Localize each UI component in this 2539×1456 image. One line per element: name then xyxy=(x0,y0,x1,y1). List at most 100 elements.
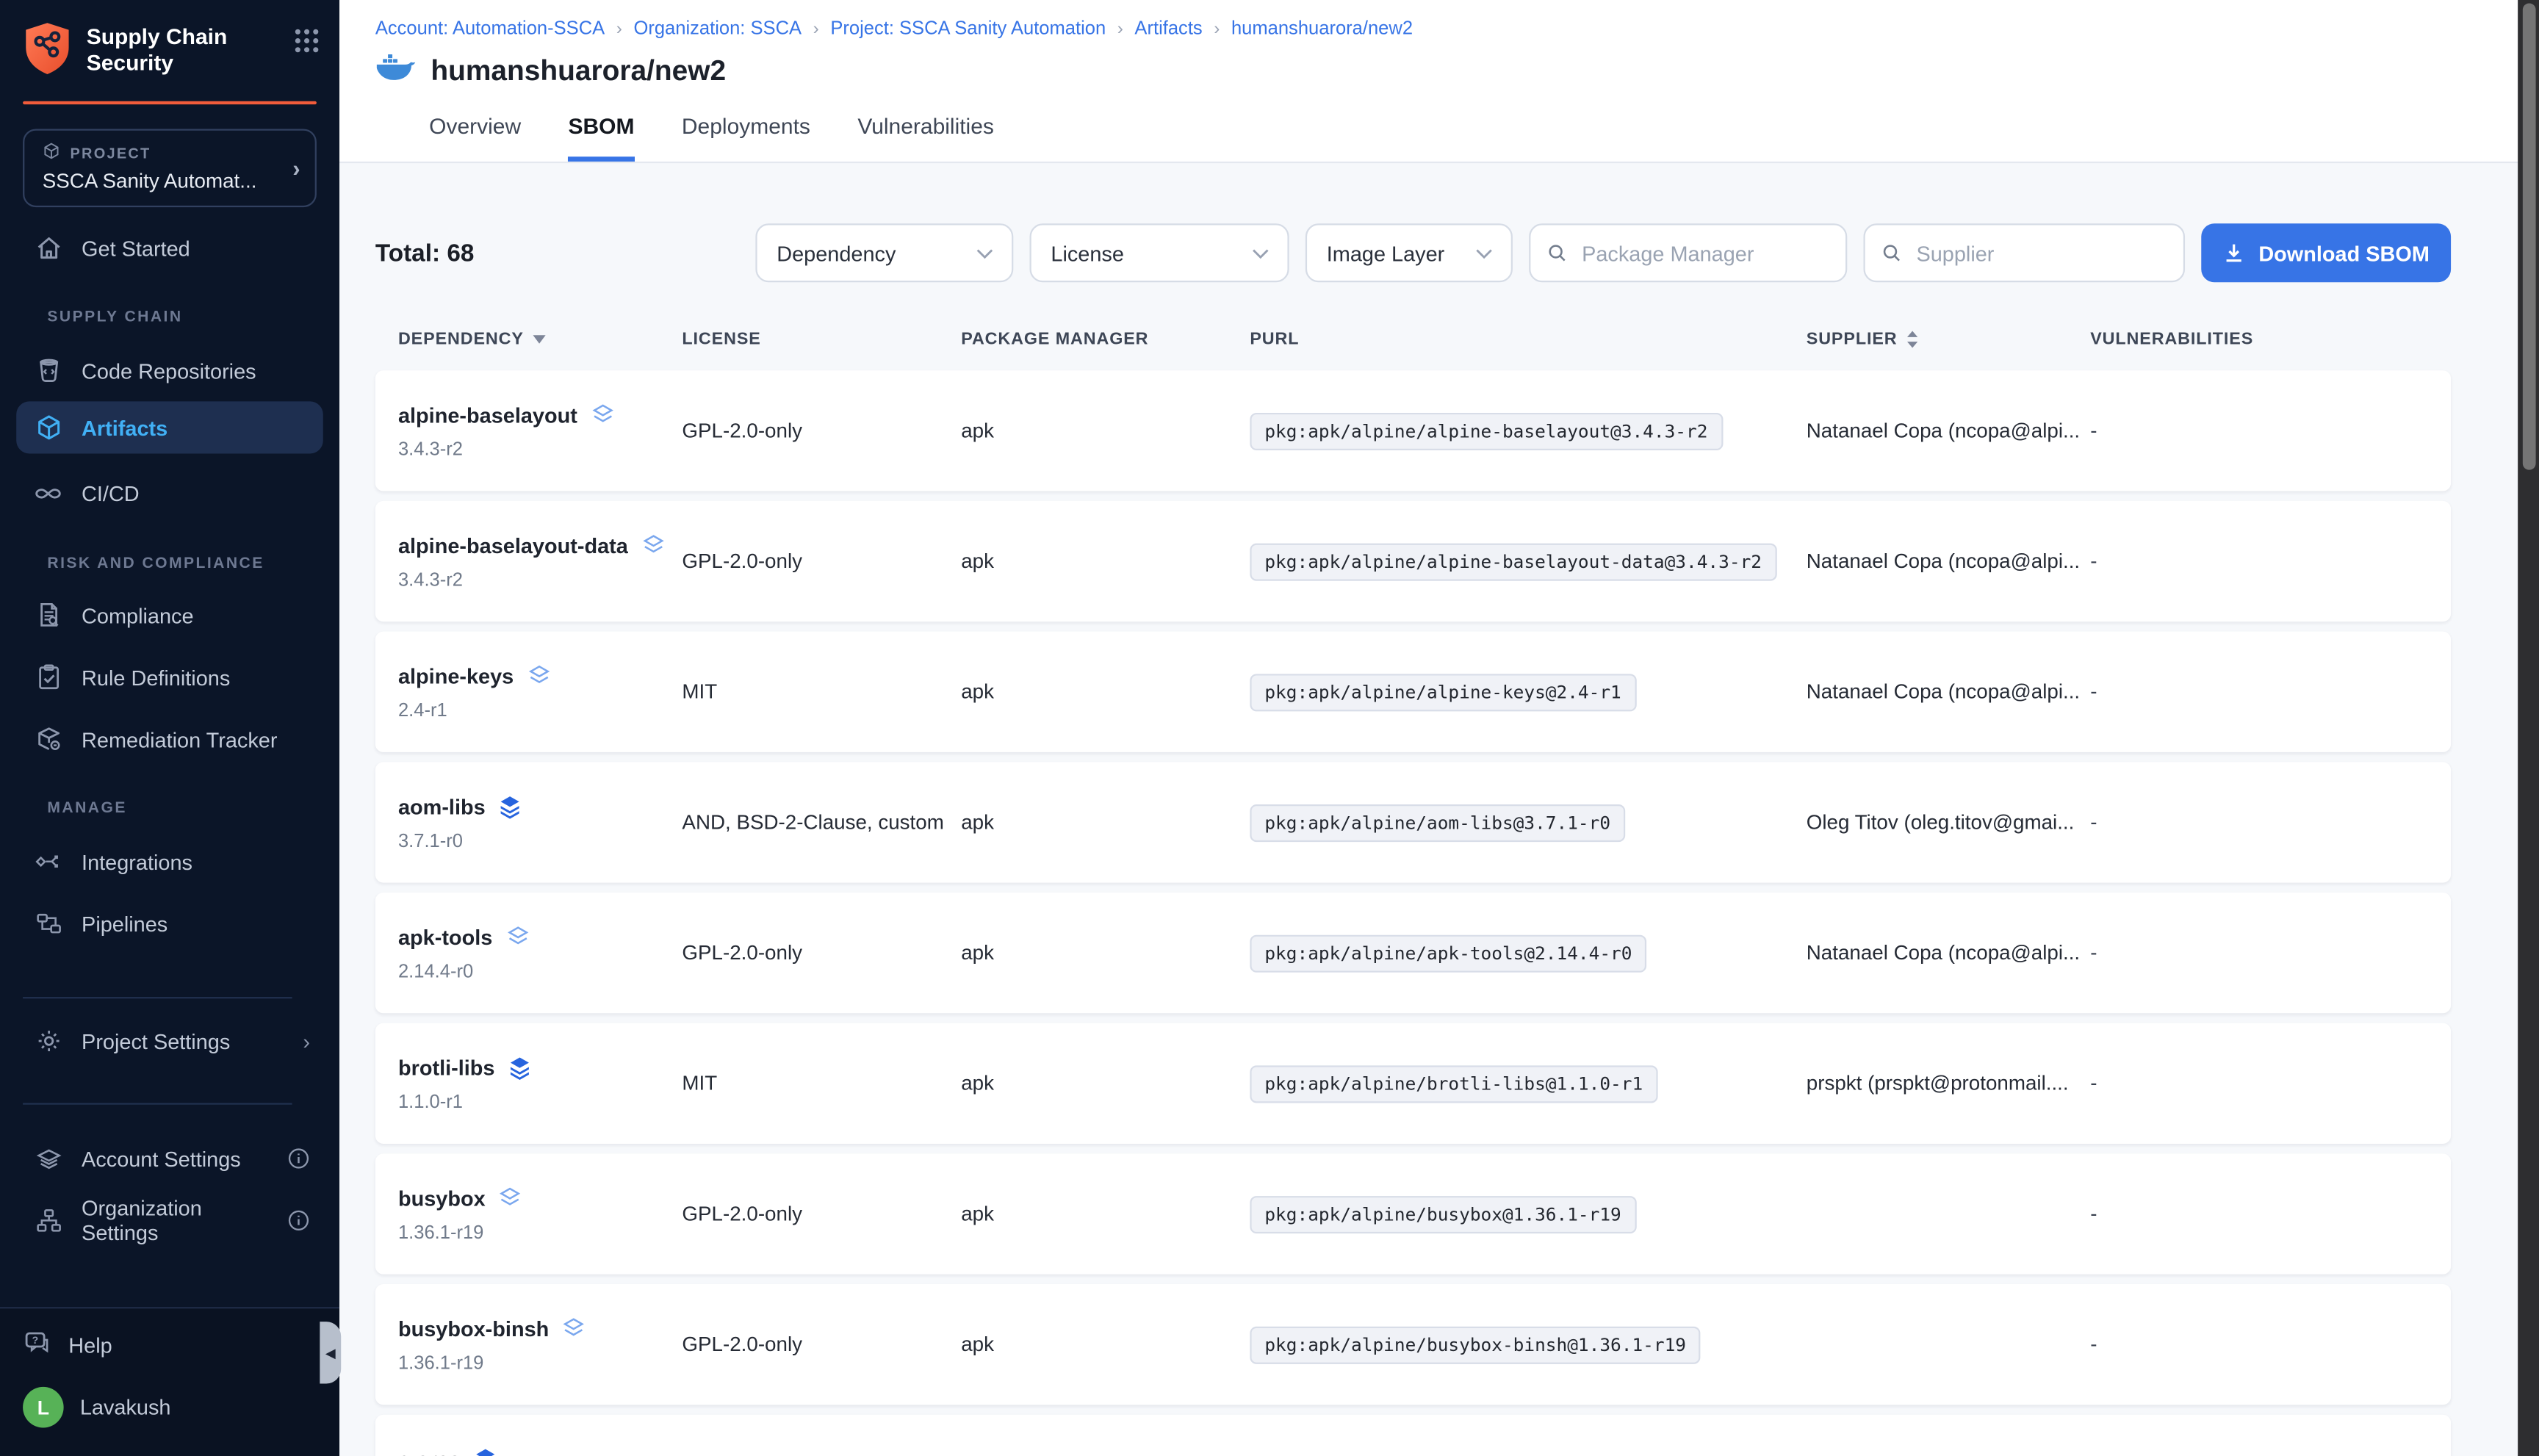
sort-both-icon xyxy=(1906,330,1919,350)
column-header-supplier[interactable]: SUPPLIER xyxy=(1807,330,2090,350)
supplier-cell: Natanael Copa (ncopa@alpi... xyxy=(1807,680,2090,703)
breadcrumb-account[interactable]: Account: Automation-SSCA xyxy=(375,20,605,40)
user-name: Lavakush xyxy=(80,1395,171,1419)
gear-icon xyxy=(32,1026,63,1056)
sbom-content: Total: 68 Dependency License Image Layer xyxy=(339,223,2539,1456)
sidebar-item-integrations[interactable]: Integrations xyxy=(16,835,323,887)
purl-cell: pkg:apk/alpine/alpine-baselayout-data@3.… xyxy=(1250,543,1806,580)
sidebar-item-account-settings[interactable]: Account Settings xyxy=(16,1132,323,1184)
vulnerabilities-cell: - xyxy=(2090,1203,2451,1225)
purl-value: pkg:apk/alpine/brotli-libs@1.1.0-r1 xyxy=(1250,1064,1657,1102)
table-row: c-ares 1.27.0-r0 MIT apk pkg:apk/alpine/… xyxy=(375,1415,2451,1456)
sidebar: Supply Chain Security PROJECT SSCA xyxy=(0,0,339,1456)
breadcrumb-project[interactable]: Project: SSCA Sanity Automation xyxy=(830,20,1106,40)
sidebar-item-organization-settings[interactable]: Organization Settings xyxy=(16,1194,323,1247)
app-title: Supply Chain Security xyxy=(87,21,294,75)
total-count: Total: 68 xyxy=(375,239,475,267)
license-cell: GPL-2.0-only xyxy=(682,942,961,965)
image-layers-icon xyxy=(498,1186,522,1210)
project-selector[interactable]: PROJECT SSCA Sanity Automat... › xyxy=(23,129,317,207)
license-filter-select[interactable]: License xyxy=(1030,223,1289,282)
remediation-box-icon xyxy=(32,724,63,754)
tab-sbom[interactable]: SBOM xyxy=(569,114,635,161)
module-grid-icon[interactable] xyxy=(294,28,320,62)
dependency-name: alpine-baselayout-data xyxy=(398,533,628,557)
clipboard-check-icon xyxy=(32,662,63,693)
sbom-table-body: alpine-baselayout 3.4.3-r2 GPL-2.0-only … xyxy=(375,370,2451,1456)
chevron-down-icon xyxy=(1475,247,1493,259)
brand-divider xyxy=(23,101,317,104)
sidebar-item-cicd[interactable]: CI/CD xyxy=(16,466,323,519)
dependency-cell: busybox-binsh 1.36.1-r19 xyxy=(398,1316,682,1373)
code-repository-icon xyxy=(32,355,63,386)
page-title: humanshuarora/new2 xyxy=(431,54,726,88)
sidebar-footer: ? Help L Lavakush xyxy=(0,1306,339,1456)
column-header-vulnerabilities: VULNERABILITIES xyxy=(2090,330,2451,350)
sidebar-item-project-settings[interactable]: Project Settings › xyxy=(16,1015,323,1067)
breadcrumb-artifact-name[interactable]: humanshuarora/new2 xyxy=(1231,20,1413,40)
download-sbom-button[interactable]: Download SBOM xyxy=(2201,223,2451,282)
vulnerabilities-cell: - xyxy=(2090,1072,2451,1095)
package-manager-cell: apk xyxy=(961,811,1250,834)
breadcrumb: Account: Automation-SSCA› Organization: … xyxy=(339,0,2539,39)
sidebar-item-get-started[interactable]: Get Started xyxy=(16,222,323,274)
image-layers-icon xyxy=(527,663,551,688)
sort-desc-icon xyxy=(532,334,547,344)
sidebar-item-pipelines[interactable]: Pipelines xyxy=(16,898,323,950)
image-layers-icon xyxy=(505,924,530,948)
license-cell: MIT xyxy=(682,680,961,703)
table-row: aom-libs 3.7.1-r0 AND, BSD-2-Clause, cus… xyxy=(375,762,2451,882)
column-header-dependency[interactable]: DEPENDENCY xyxy=(398,330,682,350)
purl-value: pkg:apk/alpine/alpine-keys@2.4-r1 xyxy=(1250,673,1635,710)
image-layer-filter-select[interactable]: Image Layer xyxy=(1305,223,1513,282)
dependency-name: busybox xyxy=(398,1186,486,1210)
purl-value: pkg:apk/alpine/aom-libs@3.7.1-r0 xyxy=(1250,804,1625,841)
project-label: PROJECT xyxy=(71,145,151,161)
sidebar-header: Supply Chain Security xyxy=(0,0,339,84)
help-button[interactable]: ? Help xyxy=(0,1321,339,1370)
supplier-cell: Natanael Copa (ncopa@alpi... xyxy=(1807,550,2090,573)
document-search-icon xyxy=(32,599,63,630)
license-cell: GPL-2.0-only xyxy=(682,550,961,573)
sidebar-item-rule-definitions[interactable]: Rule Definitions xyxy=(16,651,323,703)
chevron-right-icon: › xyxy=(292,155,300,181)
tab-deployments[interactable]: Deployments xyxy=(682,114,810,161)
dependency-version: 1.36.1-r19 xyxy=(398,1223,682,1243)
dependency-version: 3.4.3-r2 xyxy=(398,440,682,460)
project-cube-icon xyxy=(43,142,60,163)
dependency-version: 3.4.3-r2 xyxy=(398,570,682,590)
table-row: apk-tools 2.14.4-r0 GPL-2.0-only apk pkg… xyxy=(375,893,2451,1013)
package-manager-cell: apk xyxy=(961,942,1250,965)
dependency-version: 1.1.0-r1 xyxy=(398,1092,682,1112)
download-icon xyxy=(2222,242,2245,264)
sidebar-item-artifacts[interactable]: Artifacts xyxy=(16,401,323,453)
sidebar-item-compliance[interactable]: Compliance xyxy=(16,589,323,641)
dependency-cell: alpine-baselayout 3.4.3-r2 xyxy=(398,403,682,460)
sidebar-item-code-repositories[interactable]: Code Repositories xyxy=(16,345,323,397)
column-header-package-manager: PACKAGE MANAGER xyxy=(961,330,1250,350)
package-manager-cell: apk xyxy=(961,419,1250,442)
breadcrumb-organization[interactable]: Organization: SSCA xyxy=(633,20,802,40)
breadcrumb-artifacts[interactable]: Artifacts xyxy=(1134,20,1202,40)
vulnerabilities-cell: - xyxy=(2090,811,2451,834)
purl-cell: pkg:apk/alpine/brotli-libs@1.1.0-r1 xyxy=(1250,1064,1806,1102)
user-menu[interactable]: L Lavakush xyxy=(0,1383,339,1432)
dependency-filter-select[interactable]: Dependency xyxy=(755,223,1013,282)
supplier-input[interactable] xyxy=(1913,239,2167,267)
vulnerabilities-cell: - xyxy=(2090,1333,2451,1356)
purl-cell: pkg:apk/alpine/alpine-baselayout@3.4.3-r… xyxy=(1250,412,1806,450)
sidebar-collapse-handle[interactable]: ◀ xyxy=(320,1322,341,1383)
infinity-icon xyxy=(32,477,63,508)
tab-vulnerabilities[interactable]: Vulnerabilities xyxy=(857,114,994,161)
project-name: SSCA Sanity Automat... xyxy=(43,170,279,192)
package-manager-input[interactable] xyxy=(1579,239,1829,267)
supplier-search xyxy=(1863,223,2185,282)
sidebar-item-remediation-tracker[interactable]: Remediation Tracker xyxy=(16,713,323,765)
table-header-row: DEPENDENCY LICENSE PACKAGE MANAGER PURL … xyxy=(375,330,2451,350)
table-row: brotli-libs 1.1.0-r1 MIT apk pkg:apk/alp… xyxy=(375,1023,2451,1144)
tab-overview[interactable]: Overview xyxy=(429,114,521,161)
image-layers-icon xyxy=(641,533,666,557)
chevron-down-icon xyxy=(976,247,993,259)
image-layers-icon xyxy=(508,1055,532,1079)
scrollbar-thumb[interactable] xyxy=(2522,3,2535,469)
